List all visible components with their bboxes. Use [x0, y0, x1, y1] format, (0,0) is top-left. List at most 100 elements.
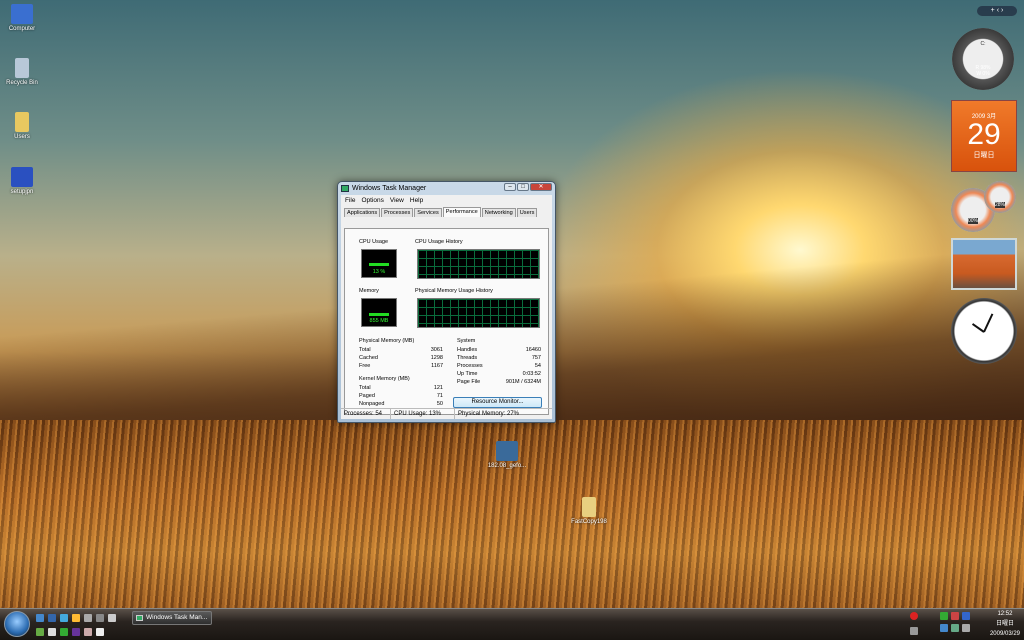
stat-text: Windows Task Man...: [146, 614, 208, 621]
quicklaunch-icon[interactable]: [108, 614, 116, 622]
memory-meter-gadget[interactable]: 28%: [984, 181, 1016, 213]
tray-icon[interactable]: [940, 624, 948, 632]
stat-text: FastCopy198: [571, 519, 607, 525]
cpu-history-label: CPU Usage History: [415, 239, 463, 245]
stat-text: 13 %: [372, 269, 386, 275]
stat-text: 182.08_gefo...: [487, 463, 527, 469]
stat-text: 855 MB: [369, 318, 389, 324]
tray-icon[interactable]: [962, 612, 970, 620]
stat-text: 1167: [431, 363, 443, 369]
menu-options[interactable]: Options: [361, 197, 383, 204]
stat-row: Cached 1298: [359, 355, 443, 361]
stat-row: Total 121: [359, 385, 443, 391]
stat-text: 0:03:52: [522, 371, 541, 377]
folder-icon: [15, 112, 29, 132]
cpu-history-graph: [417, 249, 540, 279]
zip-folder-icon: [582, 497, 596, 517]
taskbar: Windows Task Man... 12:52 日曜日 2009/03/29: [0, 608, 1024, 640]
stat-text: Page File: [457, 379, 481, 385]
maximize-button[interactable]: □: [517, 183, 529, 191]
tab-performance[interactable]: Performance: [442, 207, 481, 217]
stat-text: 12:52: [997, 611, 1013, 617]
quicklaunch-icon[interactable]: [48, 628, 56, 636]
calendar-gadget[interactable]: 2009 3月 29 日曜日: [951, 100, 1017, 172]
stat-text: 1298: [430, 355, 443, 361]
slideshow-gadget[interactable]: [951, 238, 1017, 290]
quicklaunch-icon[interactable]: [48, 614, 56, 622]
minimize-button[interactable]: –: [504, 183, 516, 191]
tray-icon[interactable]: [951, 612, 959, 620]
stat-row: Handles 16460: [457, 347, 541, 353]
stat-row: Nonpaged 50: [359, 401, 443, 407]
taskbar-button-task-manager[interactable]: Windows Task Man...: [132, 611, 212, 625]
menu-view[interactable]: View: [390, 197, 404, 204]
menu-file[interactable]: File: [345, 197, 355, 204]
stat-text: Free: [359, 363, 371, 369]
stat-text: 901M / 6324M: [505, 379, 541, 385]
network-icon[interactable]: [951, 624, 959, 632]
quicklaunch-icon[interactable]: [72, 628, 80, 636]
quicklaunch-icon[interactable]: [60, 628, 68, 636]
stat-text: 29: [967, 118, 1001, 151]
tab-users[interactable]: Users: [516, 208, 538, 217]
physical-memory-title: Physical Memory (MB): [359, 338, 415, 344]
stat-text: 日曜日: [995, 621, 1014, 627]
tab-applications[interactable]: Applications: [344, 208, 381, 217]
tab-processes[interactable]: Processes: [381, 208, 414, 217]
desktop-icon-gefo[interactable]: 182.08_gefo...: [484, 441, 530, 469]
desktop-icon-users[interactable]: Users: [0, 112, 44, 140]
clock-gadget[interactable]: [951, 298, 1017, 364]
sidebar-controls[interactable]: + ‹ ›: [977, 6, 1017, 16]
stat-row: Page File 901M / 6324M: [457, 379, 541, 385]
performance-panel: CPU Usage 13 % CPU Usage History Memory …: [344, 228, 549, 415]
memory-history-graph: [417, 298, 540, 328]
tab-services[interactable]: Services: [414, 208, 442, 217]
quicklaunch-icon[interactable]: [96, 614, 104, 622]
record-icon[interactable]: [910, 612, 918, 620]
title-bar[interactable]: Windows Task Manager – □ ✕: [338, 182, 555, 195]
stat-text: Computer: [8, 26, 36, 32]
quicklaunch-icon[interactable]: [36, 628, 44, 636]
tab-networking[interactable]: Networking: [481, 208, 516, 217]
desktop-icon-computer[interactable]: Computer: [0, 4, 44, 32]
stat-text: 28%: [994, 202, 1005, 208]
stat-text: 71: [436, 393, 443, 399]
quicklaunch-icon[interactable]: [84, 614, 92, 622]
start-button[interactable]: [4, 611, 30, 637]
cpu-usage-label: CPU Usage: [359, 239, 389, 245]
cpu-usage-meter: 13 %: [361, 249, 397, 278]
stat-row: Processes 54: [457, 363, 541, 369]
stat-text: Threads: [457, 355, 478, 361]
desktop-icon-recycle-bin[interactable]: Recycle Bin: [0, 58, 44, 86]
volume-icon[interactable]: [962, 624, 970, 632]
quicklaunch-icon[interactable]: [36, 614, 44, 622]
taskbar-clock[interactable]: 12:52 日曜日 2009/03/29: [990, 609, 1020, 639]
stat-text: Processes: 54: [341, 409, 391, 419]
quicklaunch-icon[interactable]: [72, 614, 80, 622]
computer-icon: [11, 4, 33, 24]
drive-meter-gadget[interactable]: C: R 98% W 0%: [952, 28, 1014, 90]
stat-row: Total 3061: [359, 347, 443, 353]
memory-meter: 855 MB: [361, 298, 397, 327]
ie-icon[interactable]: [60, 614, 68, 622]
stat-text: 50: [436, 401, 443, 407]
stat-text: Windows Task Manager: [352, 185, 427, 192]
desktop-icon-setup[interactable]: setupjpn: [0, 167, 44, 195]
input-method-icon[interactable]: [910, 627, 918, 635]
setup-icon: [11, 167, 33, 187]
menu-help[interactable]: Help: [410, 197, 423, 204]
stat-text: CPU Usage: 13%: [391, 409, 455, 419]
resource-monitor-button[interactable]: Resource Monitor...: [453, 397, 542, 408]
recycle-bin-icon: [15, 58, 29, 78]
stat-text: Nonpaged: [359, 401, 385, 407]
stat-row: Free 1167: [359, 363, 443, 369]
quicklaunch-icon[interactable]: [96, 628, 104, 636]
quicklaunch-icon[interactable]: [84, 628, 92, 636]
stat-text: 日曜日: [973, 152, 995, 159]
stat-text: 3061: [430, 347, 443, 353]
desktop-icon-fastcopy[interactable]: FastCopy198: [566, 497, 612, 525]
status-bar: Processes: 54 CPU Usage: 13% Physical Me…: [341, 408, 552, 419]
close-button[interactable]: ✕: [530, 183, 552, 191]
tray-icon[interactable]: [940, 612, 948, 620]
stat-text: W 0%: [976, 71, 990, 77]
